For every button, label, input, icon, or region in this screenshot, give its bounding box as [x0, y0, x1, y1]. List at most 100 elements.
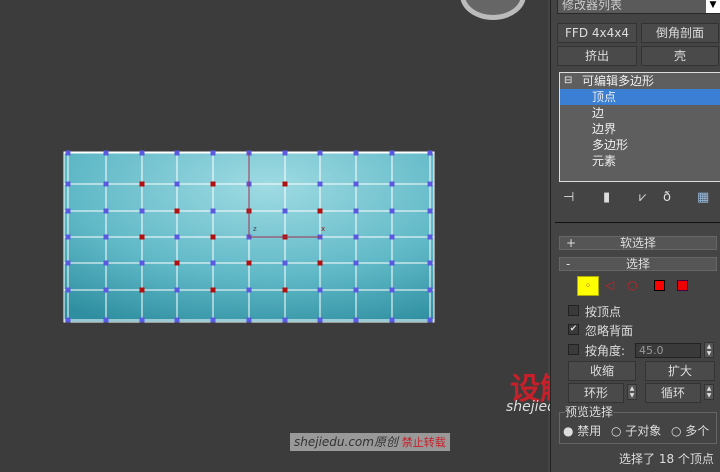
selected-vertex[interactable] [174, 260, 180, 266]
vertex[interactable] [282, 260, 288, 266]
grow-button[interactable]: 扩大 [645, 361, 715, 381]
stack-item-vertex[interactable]: 顶点 [560, 89, 720, 105]
vertex[interactable] [427, 150, 433, 156]
shrink-button[interactable]: 收缩 [568, 361, 636, 381]
ffd-button[interactable]: FFD 4x4x4 [557, 23, 637, 43]
vertex[interactable] [353, 260, 359, 266]
vertex[interactable] [389, 208, 395, 214]
selected-vertex[interactable] [174, 208, 180, 214]
selected-vertex[interactable] [210, 234, 216, 240]
vertex-mode-button[interactable]: ⁘ [577, 276, 599, 296]
ring-spinner[interactable]: ▲ ▼ [627, 384, 637, 400]
vertex[interactable] [210, 150, 216, 156]
make-unique-icon[interactable]: ⩗ [639, 190, 646, 205]
remove-modifier-icon[interactable]: ð [663, 190, 671, 205]
vertex[interactable] [103, 317, 109, 323]
vertex[interactable] [389, 234, 395, 240]
stack-item-border[interactable]: 边界 [560, 121, 720, 137]
selected-vertex[interactable] [317, 208, 323, 214]
selected-vertex[interactable] [139, 181, 145, 187]
rollout-soft-selection[interactable]: + 软选择 [559, 236, 717, 250]
vertex[interactable] [317, 150, 323, 156]
vertex[interactable] [174, 150, 180, 156]
element-mode-icon[interactable] [677, 280, 688, 291]
modifier-stack[interactable]: ⊟ 可编辑多边形 顶点 边 边界 多边形 元素 [559, 72, 720, 182]
vertex[interactable] [389, 150, 395, 156]
selected-vertex[interactable] [139, 234, 145, 240]
vertex[interactable] [65, 287, 71, 293]
vertex[interactable] [65, 317, 71, 323]
by-vertex-checkbox[interactable] [568, 305, 579, 316]
preview-subobject-radio[interactable]: ○ 子对象 [611, 422, 661, 439]
vertex[interactable] [65, 150, 71, 156]
vertex[interactable] [389, 181, 395, 187]
extrude-button[interactable]: 挤出 [557, 46, 637, 66]
plane-mesh[interactable]: z x [0, 0, 548, 472]
modifier-list-dropdown[interactable]: 修改器列表 ▼ [557, 0, 720, 14]
vertex[interactable] [65, 260, 71, 266]
vertex[interactable] [103, 260, 109, 266]
show-end-result-icon[interactable]: ▮ [603, 190, 610, 205]
vertex[interactable] [174, 317, 180, 323]
rollout-selection[interactable]: - 选择 [559, 257, 717, 271]
vertex[interactable] [427, 260, 433, 266]
vertex[interactable] [282, 208, 288, 214]
vertex[interactable] [353, 234, 359, 240]
vertex[interactable] [139, 208, 145, 214]
by-angle-checkbox[interactable] [568, 344, 579, 355]
vertex[interactable] [103, 287, 109, 293]
vertex[interactable] [246, 287, 252, 293]
vertex[interactable] [103, 208, 109, 214]
bevel-profile-button[interactable]: 倒角剖面 [641, 23, 719, 43]
vertex[interactable] [427, 208, 433, 214]
vertex[interactable] [427, 287, 433, 293]
vertex[interactable] [103, 150, 109, 156]
vertex[interactable] [103, 234, 109, 240]
selected-vertex[interactable] [282, 181, 288, 187]
vertex[interactable] [210, 260, 216, 266]
stack-item-polygon[interactable]: 多边形 [560, 137, 720, 153]
preview-multi-radio[interactable]: ○ 多个 [671, 422, 709, 439]
vertex[interactable] [210, 317, 216, 323]
stack-item-editable-poly[interactable]: ⊟ 可编辑多边形 [560, 73, 720, 89]
angle-input[interactable]: 45.0 [635, 343, 701, 358]
vertex[interactable] [353, 150, 359, 156]
ring-button[interactable]: 环形 [568, 383, 624, 403]
ignore-backfacing-checkbox[interactable]: ✔ [568, 324, 579, 335]
configure-sets-icon[interactable]: ▦ [697, 190, 709, 205]
vertex[interactable] [427, 317, 433, 323]
polygon-mode-icon[interactable] [654, 280, 665, 291]
vertex[interactable] [65, 181, 71, 187]
vertex[interactable] [282, 150, 288, 156]
vertex[interactable] [139, 260, 145, 266]
selected-vertex[interactable] [246, 260, 252, 266]
vertex[interactable] [353, 287, 359, 293]
vertex[interactable] [427, 181, 433, 187]
vertex[interactable] [282, 317, 288, 323]
vertex[interactable] [353, 208, 359, 214]
selected-vertex[interactable] [282, 287, 288, 293]
selected-vertex[interactable] [210, 287, 216, 293]
vertex[interactable] [65, 208, 71, 214]
vertex[interactable] [389, 260, 395, 266]
stack-item-edge[interactable]: 边 [560, 105, 720, 121]
stack-item-element[interactable]: 元素 [560, 153, 720, 169]
vertex[interactable] [317, 317, 323, 323]
loop-button[interactable]: 循环 [645, 383, 701, 403]
vertex[interactable] [353, 317, 359, 323]
vertex[interactable] [210, 208, 216, 214]
loop-spinner[interactable]: ▲ ▼ [704, 384, 714, 400]
vertex[interactable] [174, 181, 180, 187]
vertex[interactable] [246, 317, 252, 323]
shell-button[interactable]: 壳 [641, 46, 719, 66]
vertex[interactable] [353, 181, 359, 187]
vertex[interactable] [139, 317, 145, 323]
vertex[interactable] [317, 181, 323, 187]
vertex[interactable] [174, 287, 180, 293]
vertex[interactable] [317, 287, 323, 293]
vertex[interactable] [427, 234, 433, 240]
angle-spinner[interactable]: ▲ ▼ [704, 342, 714, 358]
pin-stack-icon[interactable]: ⊣ [563, 190, 574, 205]
preview-disabled-radio[interactable]: ● 禁用 [563, 422, 601, 439]
vertex[interactable] [139, 150, 145, 156]
